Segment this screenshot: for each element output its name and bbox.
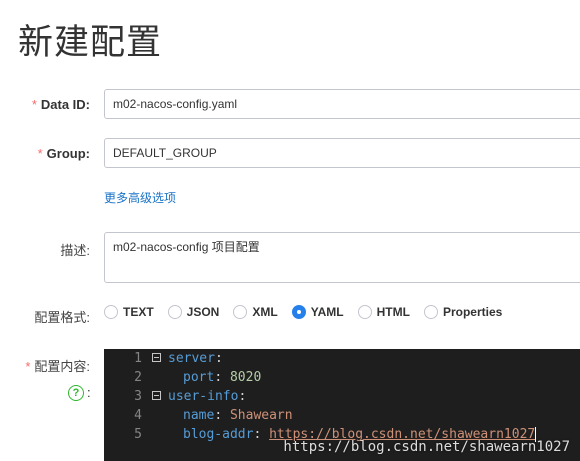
data-id-label-text: Data ID: bbox=[40, 97, 90, 112]
editor-line: 3 user-info: bbox=[104, 387, 580, 406]
yaml-key: port bbox=[183, 370, 215, 385]
format-radio-json[interactable]: JSON bbox=[167, 305, 220, 319]
radio-circle-icon bbox=[167, 305, 182, 319]
yaml-key: name bbox=[183, 408, 215, 423]
content-label-text: 配置内容: bbox=[34, 359, 90, 374]
format-radio-yaml[interactable]: YAML bbox=[291, 305, 344, 319]
required-mark: * bbox=[31, 97, 37, 112]
yaml-colon: : bbox=[253, 427, 262, 442]
format-radio-properties[interactable]: Properties bbox=[423, 305, 503, 319]
yaml-key: user-info bbox=[168, 389, 239, 404]
radio-label: Properties bbox=[442, 305, 503, 319]
data-id-input[interactable]: m02-nacos-config.yaml bbox=[104, 89, 580, 119]
line-number: 1 bbox=[134, 351, 142, 366]
yaml-key: server bbox=[168, 351, 215, 366]
help-icon[interactable]: ? bbox=[68, 385, 84, 401]
yaml-colon: : bbox=[214, 408, 223, 423]
line-number: 2 bbox=[134, 370, 142, 385]
description-textarea[interactable]: m02-nacos-config 项目配置 bbox=[104, 232, 580, 283]
radio-checked-icon bbox=[291, 305, 306, 319]
required-mark: * bbox=[37, 146, 43, 161]
radio-label: XML bbox=[252, 305, 278, 319]
required-mark: * bbox=[25, 359, 31, 374]
radio-circle-icon bbox=[423, 305, 438, 319]
yaml-colon: : bbox=[214, 370, 223, 385]
yaml-value: Shawearn bbox=[229, 408, 293, 423]
editor-line: 4 name: Shawearn bbox=[104, 406, 580, 425]
line-number: 4 bbox=[134, 408, 142, 423]
radio-label: TEXT bbox=[123, 305, 154, 319]
fold-icon[interactable] bbox=[152, 353, 161, 362]
data-id-label: * Data ID: bbox=[32, 97, 90, 112]
advanced-options-link[interactable]: 更多高级选项 bbox=[104, 189, 176, 206]
editor-line: 2 port: 8020 bbox=[104, 368, 580, 387]
config-content-editor[interactable]: 1 server: 2 port: 8020 3 user-info: 4 na… bbox=[104, 349, 580, 461]
yaml-value: 8020 bbox=[229, 370, 262, 385]
help-colon: : bbox=[87, 385, 91, 400]
page-title: 新建配置 bbox=[18, 23, 163, 62]
group-label: * Group: bbox=[38, 146, 90, 161]
radio-label: YAML bbox=[310, 305, 344, 319]
yaml-colon: : bbox=[238, 389, 247, 404]
format-radio-group: TEXT JSON XML YAML HTML Properties bbox=[104, 305, 516, 319]
format-label: 配置格式: bbox=[34, 310, 90, 325]
editor-line: 1 server: bbox=[104, 349, 580, 368]
content-label: * 配置内容: bbox=[25, 356, 90, 375]
group-input[interactable]: DEFAULT_GROUP bbox=[104, 138, 580, 168]
radio-label: HTML bbox=[376, 305, 410, 319]
radio-circle-icon bbox=[357, 305, 372, 319]
description-label: 描述: bbox=[60, 243, 90, 258]
format-radio-xml[interactable]: XML bbox=[233, 305, 278, 319]
yaml-colon: : bbox=[214, 351, 223, 366]
watermark: https://blog.csdn.net/shawearn1027 bbox=[283, 439, 570, 455]
radio-circle-icon bbox=[233, 305, 248, 319]
format-radio-html[interactable]: HTML bbox=[357, 305, 410, 319]
group-label-text: Group: bbox=[46, 146, 90, 161]
radio-circle-icon bbox=[104, 305, 118, 319]
format-radio-text[interactable]: TEXT bbox=[104, 305, 154, 319]
line-number: 5 bbox=[134, 427, 142, 442]
radio-label: JSON bbox=[186, 305, 220, 319]
fold-icon[interactable] bbox=[152, 391, 161, 400]
line-number: 3 bbox=[134, 389, 142, 404]
yaml-key: blog-addr bbox=[183, 427, 254, 442]
